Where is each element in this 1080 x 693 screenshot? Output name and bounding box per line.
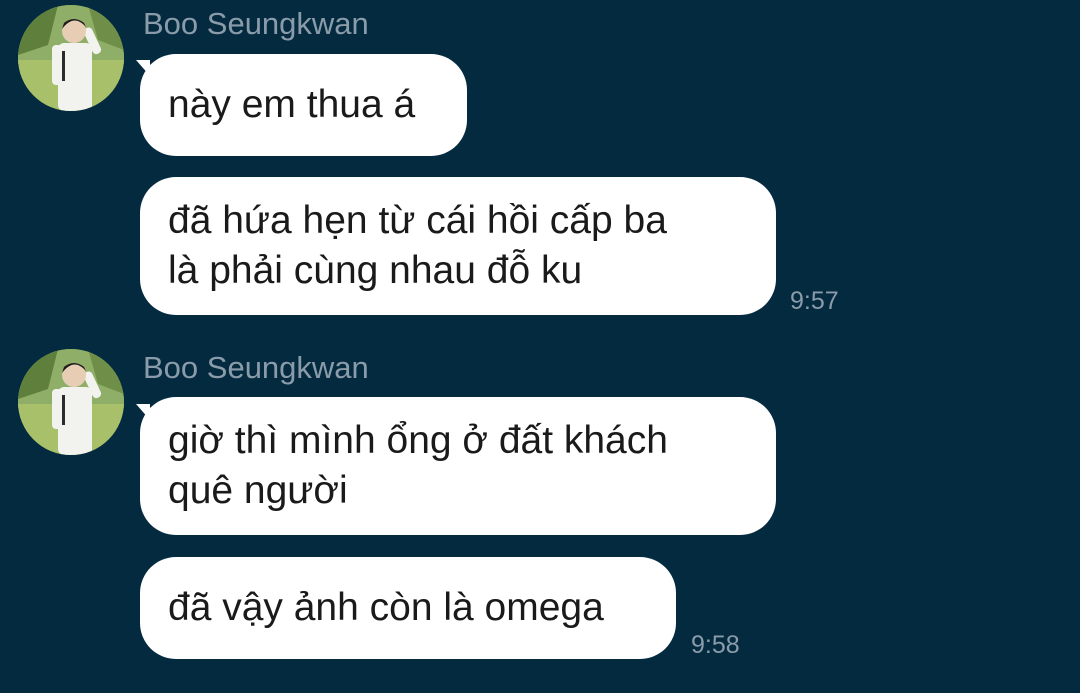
avatar-photo-icon	[18, 5, 124, 111]
sender-name: Boo Seungkwan	[143, 6, 369, 41]
chat-thread: Boo Seungkwan này em thua á đã hứa hẹn t…	[0, 0, 1080, 693]
message-bubble[interactable]: đã hứa hẹn từ cái hồi cấp ba là phải cùn…	[140, 177, 776, 315]
message-bubble[interactable]: đã vậy ảnh còn là omega	[140, 557, 676, 659]
message-bubble[interactable]: giờ thì mình ổng ở đất khách quê người	[140, 397, 776, 535]
message-timestamp: 9:58	[691, 631, 740, 659]
sender-avatar[interactable]	[18, 349, 124, 455]
message-text: giờ thì mình ổng ở đất khách quê người	[168, 419, 668, 512]
message-text: này em thua á	[168, 83, 416, 126]
sender-avatar[interactable]	[18, 5, 124, 111]
message-bubble[interactable]: này em thua á	[140, 54, 467, 156]
sender-name: Boo Seungkwan	[143, 350, 369, 385]
message-timestamp: 9:57	[790, 287, 839, 315]
message-text: đã vậy ảnh còn là omega	[168, 586, 604, 629]
message-text: đã hứa hẹn từ cái hồi cấp ba là phải cùn…	[168, 199, 667, 292]
avatar-photo-icon	[18, 349, 124, 455]
